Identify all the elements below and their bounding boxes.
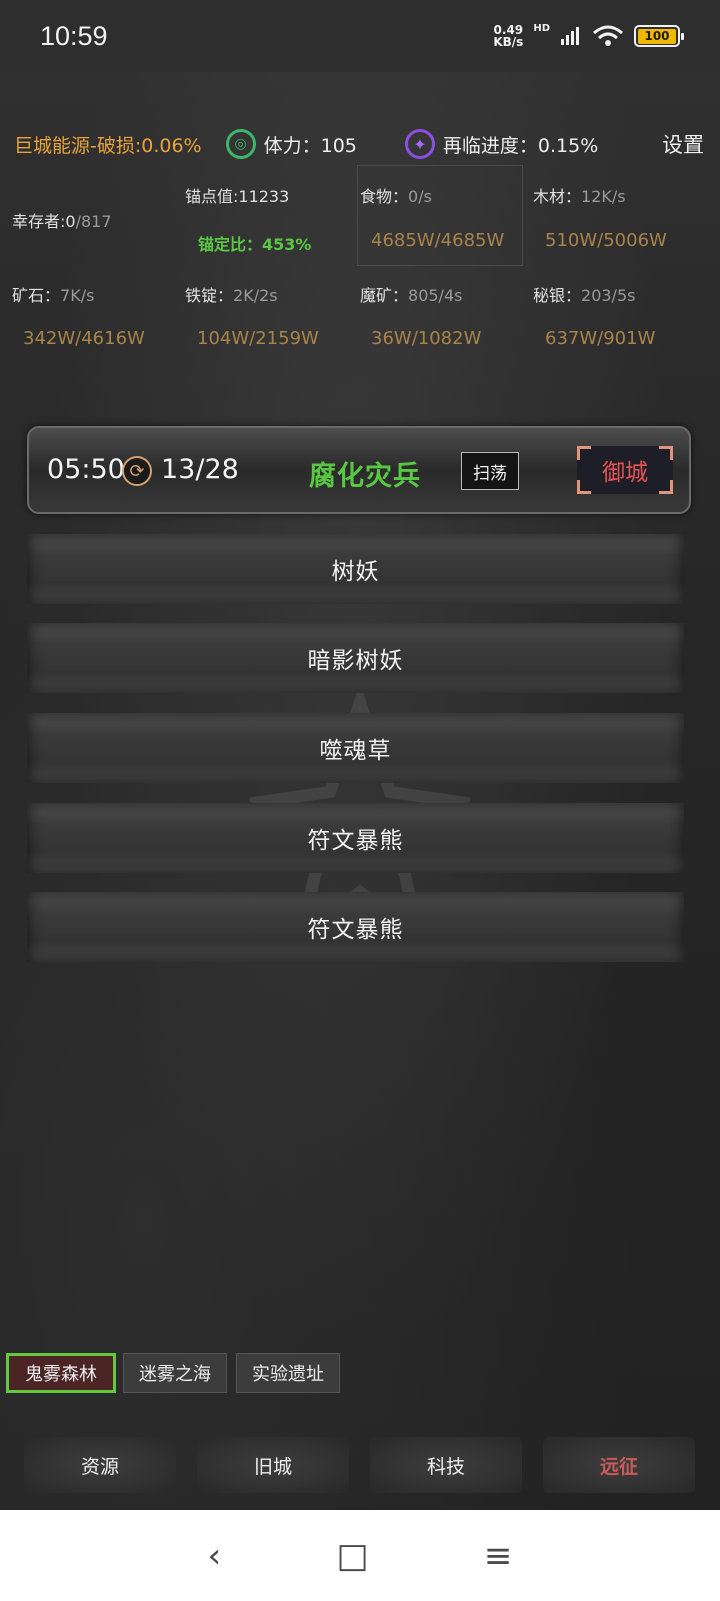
- refresh-icon[interactable]: ⟳: [122, 456, 152, 486]
- status-time: 10:59: [40, 20, 108, 51]
- zone-tab-mist-sea[interactable]: 迷雾之海: [123, 1353, 227, 1393]
- home-icon[interactable]: □: [336, 1536, 368, 1576]
- stamina-value: 体力：105: [263, 134, 357, 157]
- iron-value: 104W/2159W: [197, 328, 319, 349]
- boss-count: 13/28: [161, 454, 239, 485]
- nav-old-city[interactable]: 旧城: [197, 1437, 349, 1493]
- food-value: 4685W/4685W: [371, 230, 505, 251]
- top-stats-row: 巨城能源-破损:0.06% ◎ 体力：105 ✦ 再临进度：0.15% 设置: [14, 124, 704, 164]
- boss-bar: 05:50 ⟳ 13/28 腐化灾兵 扫荡 御城: [27, 426, 691, 514]
- corner-bracket: [659, 446, 673, 460]
- ore-value: 342W/4616W: [23, 328, 145, 349]
- magic-ore-label-text: 魔矿：: [360, 286, 409, 305]
- corner-bracket: [659, 480, 673, 494]
- ore-label-text: 矿石：: [12, 286, 61, 305]
- wood-label-text: 木材：: [533, 187, 582, 206]
- hd-badge: HD: [533, 22, 550, 34]
- iron-label: 铁锭：2K/2s: [185, 282, 278, 306]
- settings-button[interactable]: 设置: [662, 129, 704, 159]
- stamina-icon: ◎: [225, 129, 256, 159]
- iron-label-text: 铁锭：: [185, 286, 234, 305]
- monster-button[interactable]: 噬魂草: [27, 713, 684, 783]
- network-speed: 0.49 KB/s: [493, 24, 523, 48]
- nav-resources[interactable]: 资源: [24, 1437, 176, 1493]
- zone-tab-lab-ruins[interactable]: 实验遗址: [236, 1353, 340, 1393]
- anchor-ratio: 锚定比：453%: [198, 235, 312, 254]
- mithril-rate: 203/5s: [581, 286, 636, 305]
- status-bar: 10:59 0.49 KB/s HD 100: [0, 0, 720, 72]
- defend-city-label: 御城: [602, 460, 648, 486]
- wood-rate: 12K/s: [581, 187, 626, 206]
- city-energy: 巨城能源-破损:0.06%: [14, 134, 202, 157]
- progress-icon: ✦: [404, 129, 435, 159]
- iron-rate: 2K/2s: [233, 286, 278, 305]
- food-label-text: 食物：: [360, 187, 409, 206]
- sweep-button[interactable]: 扫荡: [461, 452, 519, 490]
- food-rate: 0/s: [408, 187, 432, 206]
- signal-icon: [561, 27, 579, 45]
- network-speed-unit: KB/s: [493, 35, 524, 49]
- food-label: 食物：0/s: [360, 183, 432, 207]
- monster-button[interactable]: 树妖: [27, 534, 684, 604]
- status-icons: 0.49 KB/s HD 100: [493, 22, 684, 48]
- magic-ore-rate: 805/4s: [408, 286, 463, 305]
- anchor-value: 锚点值:11233: [185, 187, 290, 206]
- boss-name: 腐化灾兵: [309, 461, 421, 492]
- battery-level: 100: [638, 28, 676, 44]
- magic-ore-label: 魔矿：805/4s: [360, 282, 462, 306]
- back-icon[interactable]: ‹: [208, 1536, 222, 1576]
- monster-button[interactable]: 暗影树妖: [27, 623, 684, 693]
- ore-rate: 7K/s: [60, 286, 95, 305]
- zone-tab-ghost-forest[interactable]: 鬼雾森林: [6, 1353, 116, 1393]
- rebirth-progress: 再临进度：0.15%: [442, 134, 599, 157]
- boss-timer: 05:50: [47, 454, 125, 485]
- defend-city-button[interactable]: 御城: [577, 446, 673, 494]
- wood-value: 510W/5006W: [545, 230, 667, 251]
- wifi-icon: [593, 25, 623, 46]
- magic-ore-value: 36W/1082W: [371, 328, 482, 349]
- corner-bracket: [577, 446, 591, 460]
- mithril-label: 秘银：203/5s: [533, 282, 635, 306]
- monster-button[interactable]: 符文暴熊: [27, 803, 684, 873]
- system-nav-bar: ‹ □ ≡: [0, 1510, 720, 1601]
- monster-button[interactable]: 符文暴熊: [27, 892, 684, 962]
- survivors-cap: /817: [75, 212, 112, 231]
- nav-tech[interactable]: 科技: [370, 1437, 522, 1493]
- menu-icon[interactable]: ≡: [484, 1536, 513, 1576]
- battery-icon: 100: [634, 25, 684, 47]
- survivors: 幸存者:0/817: [12, 208, 112, 232]
- corner-bracket: [577, 480, 591, 494]
- wood-label: 木材：12K/s: [533, 183, 626, 207]
- survivors-label: 幸存者:0: [12, 212, 76, 231]
- mithril-value: 637W/901W: [545, 328, 656, 349]
- mithril-label-text: 秘银：: [533, 286, 582, 305]
- nav-expedition[interactable]: 远征: [543, 1437, 695, 1493]
- ore-label: 矿石：7K/s: [12, 282, 94, 306]
